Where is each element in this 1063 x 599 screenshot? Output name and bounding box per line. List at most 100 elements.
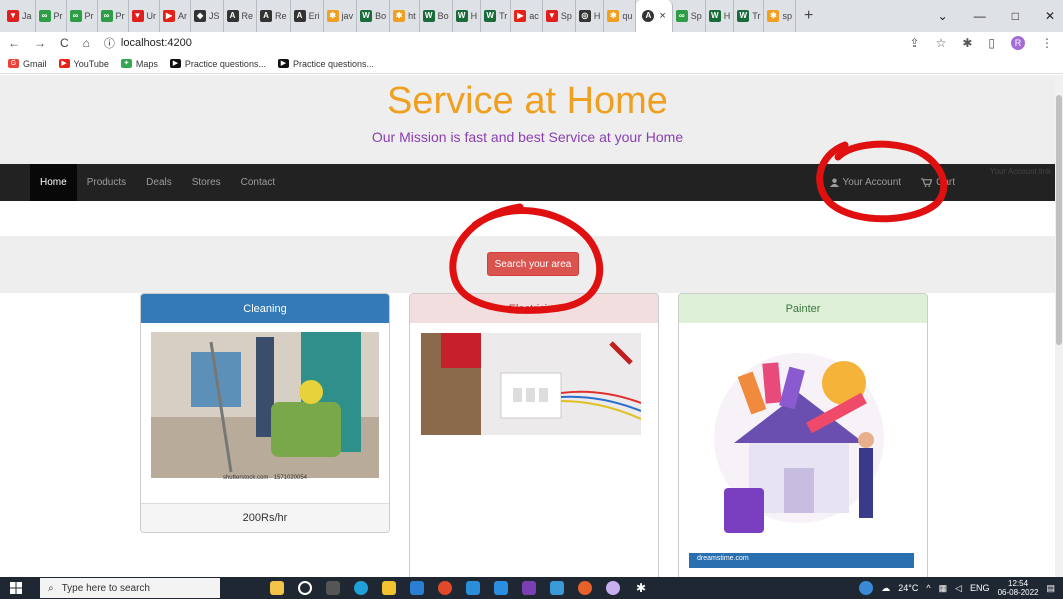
network-icon[interactable]: ▦	[939, 583, 948, 594]
tab-19[interactable]: ✱ qu	[604, 0, 637, 32]
tab-after-3[interactable]: ✱ sp	[764, 0, 796, 32]
clock-date: 06-08-2022	[997, 588, 1039, 597]
new-tab-button[interactable]: +	[796, 7, 821, 25]
postman-icon[interactable]	[578, 581, 592, 595]
bookmark-4[interactable]: ▶ Practice questions...	[277, 59, 374, 69]
tab-1[interactable]: ∞ Pr	[36, 0, 67, 32]
nav-products[interactable]: Products	[77, 164, 136, 201]
nav-contact[interactable]: Contact	[231, 164, 285, 201]
tab-active[interactable]: A ×	[636, 0, 673, 32]
nav-deals[interactable]: Deals	[136, 164, 182, 201]
tab-6[interactable]: ◆ JS	[191, 0, 224, 32]
menu-icon[interactable]: ⋮	[1041, 36, 1053, 50]
tab-favicon-icon: A	[260, 10, 273, 22]
tray-app-icon[interactable]	[859, 581, 874, 595]
bookmark-2[interactable]: ✦ Maps	[120, 59, 158, 69]
chrome-icon[interactable]	[438, 581, 452, 595]
weather-icon[interactable]: ☁	[881, 583, 890, 594]
tab-after-0[interactable]: ∞ Sp	[673, 0, 706, 32]
card-painter[interactable]: Painter dreamstime.com	[678, 293, 928, 577]
tab-favicon-icon: ✱	[326, 10, 339, 22]
nav-stores[interactable]: Stores	[182, 164, 231, 201]
tab-14[interactable]: WH	[453, 0, 482, 32]
nav-home[interactable]: Home	[30, 164, 77, 201]
tab-17[interactable]: ▼ Sp	[543, 0, 576, 32]
tab-0[interactable]: ▼ Ja	[4, 0, 36, 32]
tab-11[interactable]: W Bo	[357, 0, 391, 32]
tab-3[interactable]: ∞ Pr	[98, 0, 129, 32]
back-icon[interactable]: ←	[8, 36, 20, 50]
task-view-icon[interactable]	[326, 581, 340, 595]
tab-after-1[interactable]: WH	[706, 0, 735, 32]
tab-label: Ur	[146, 11, 157, 21]
tab-favicon-icon: ◆	[194, 10, 207, 22]
tab-after-2[interactable]: W Tr	[734, 0, 765, 32]
tab-15[interactable]: W Tr	[481, 0, 512, 32]
lang-indicator[interactable]: ENG	[970, 583, 990, 593]
tray-chevron-icon[interactable]: ^	[926, 583, 930, 593]
search-area-button[interactable]: Search your area	[487, 252, 579, 276]
card-electrician[interactable]: Electrician	[409, 293, 659, 577]
edge-icon[interactable]	[354, 581, 368, 595]
scrollbar-thumb[interactable]	[1056, 95, 1062, 345]
store-icon[interactable]	[410, 581, 424, 595]
app-icon[interactable]	[466, 581, 480, 595]
forward-icon[interactable]: →	[34, 36, 46, 50]
tab-favicon-icon: ✱	[393, 10, 406, 22]
tab-search-icon[interactable]: ⌄	[938, 9, 948, 23]
minimize-button[interactable]: —	[974, 9, 986, 23]
extensions-icon[interactable]: ✱	[962, 36, 972, 50]
eclipse-icon[interactable]	[606, 581, 620, 595]
reload-icon[interactable]: C	[60, 36, 69, 50]
tab-8[interactable]: A Re	[257, 0, 291, 32]
page-scrollbar[interactable]	[1055, 75, 1063, 577]
tab-4[interactable]: ▼ Ur	[129, 0, 161, 32]
bookmark-star-icon[interactable]: ☆	[936, 36, 947, 50]
tab-label: jav	[341, 11, 354, 21]
intellij-icon[interactable]	[522, 581, 536, 595]
notification-icon[interactable]: ▤	[1046, 583, 1055, 594]
nav-account-label: Your Account	[842, 177, 902, 188]
profile-avatar[interactable]: R	[1011, 36, 1025, 50]
cortana-icon[interactable]	[298, 581, 312, 595]
close-tab-icon[interactable]: ×	[659, 10, 665, 22]
nav-cart[interactable]: Cart	[921, 177, 955, 188]
widgets-icon[interactable]	[270, 581, 284, 595]
tab-7[interactable]: A Re	[224, 0, 258, 32]
vscode-icon[interactable]	[494, 581, 508, 595]
bookmark-label: YouTube	[73, 58, 109, 69]
tab-5[interactable]: ▶ Ar	[160, 0, 192, 32]
close-window-button[interactable]: ✕	[1045, 9, 1055, 23]
tab-13[interactable]: W Bo	[420, 0, 453, 32]
settings-icon[interactable]: ✱	[634, 581, 648, 595]
file-explorer-icon[interactable]	[382, 581, 396, 595]
bookmark-label: Gmail	[23, 58, 47, 69]
angular-icon: A	[642, 10, 655, 22]
bookmark-1[interactable]: ▶ YouTube	[58, 58, 109, 69]
mysql-icon[interactable]	[550, 581, 564, 595]
card-cleaning-price: 200Rs/hr	[141, 503, 389, 532]
tab-12[interactable]: ✱ ht	[390, 0, 420, 32]
nav-account[interactable]: Your Account	[829, 177, 902, 188]
start-button[interactable]	[0, 582, 32, 594]
taskbar-search[interactable]: ⌕ Type here to search	[40, 578, 220, 598]
volume-icon[interactable]: ◁	[955, 583, 962, 594]
taskbar-apps: ✱	[270, 581, 648, 595]
weather-temp[interactable]: 24°C	[898, 583, 918, 593]
tab-10[interactable]: ✱ jav	[324, 0, 358, 32]
bookmark-3[interactable]: ▶ Practice questions...	[169, 59, 266, 69]
side-panel-icon[interactable]: ▯	[988, 36, 995, 50]
bookmark-0[interactable]: G Gmail	[8, 59, 47, 69]
tab-2[interactable]: ∞ Pr	[67, 0, 98, 32]
tab-9[interactable]: A Eri	[291, 0, 324, 32]
share-icon[interactable]: ⇪	[910, 36, 920, 50]
maximize-button[interactable]: □	[1012, 9, 1019, 23]
tab-16[interactable]: ▶ ac	[511, 0, 543, 32]
tab-label: Sp	[690, 11, 702, 21]
info-icon[interactable]: ⓘ	[104, 35, 115, 51]
tab-18[interactable]: ◎ H	[576, 0, 605, 32]
card-cleaning[interactable]: Cleaning shutterstock.com · 1571020054 2…	[140, 293, 390, 533]
address-bar[interactable]: ⓘ localhost:4200	[104, 35, 192, 51]
clock[interactable]: 12:54 06-08-2022	[998, 579, 1039, 597]
home-icon[interactable]: ⌂	[83, 36, 90, 50]
